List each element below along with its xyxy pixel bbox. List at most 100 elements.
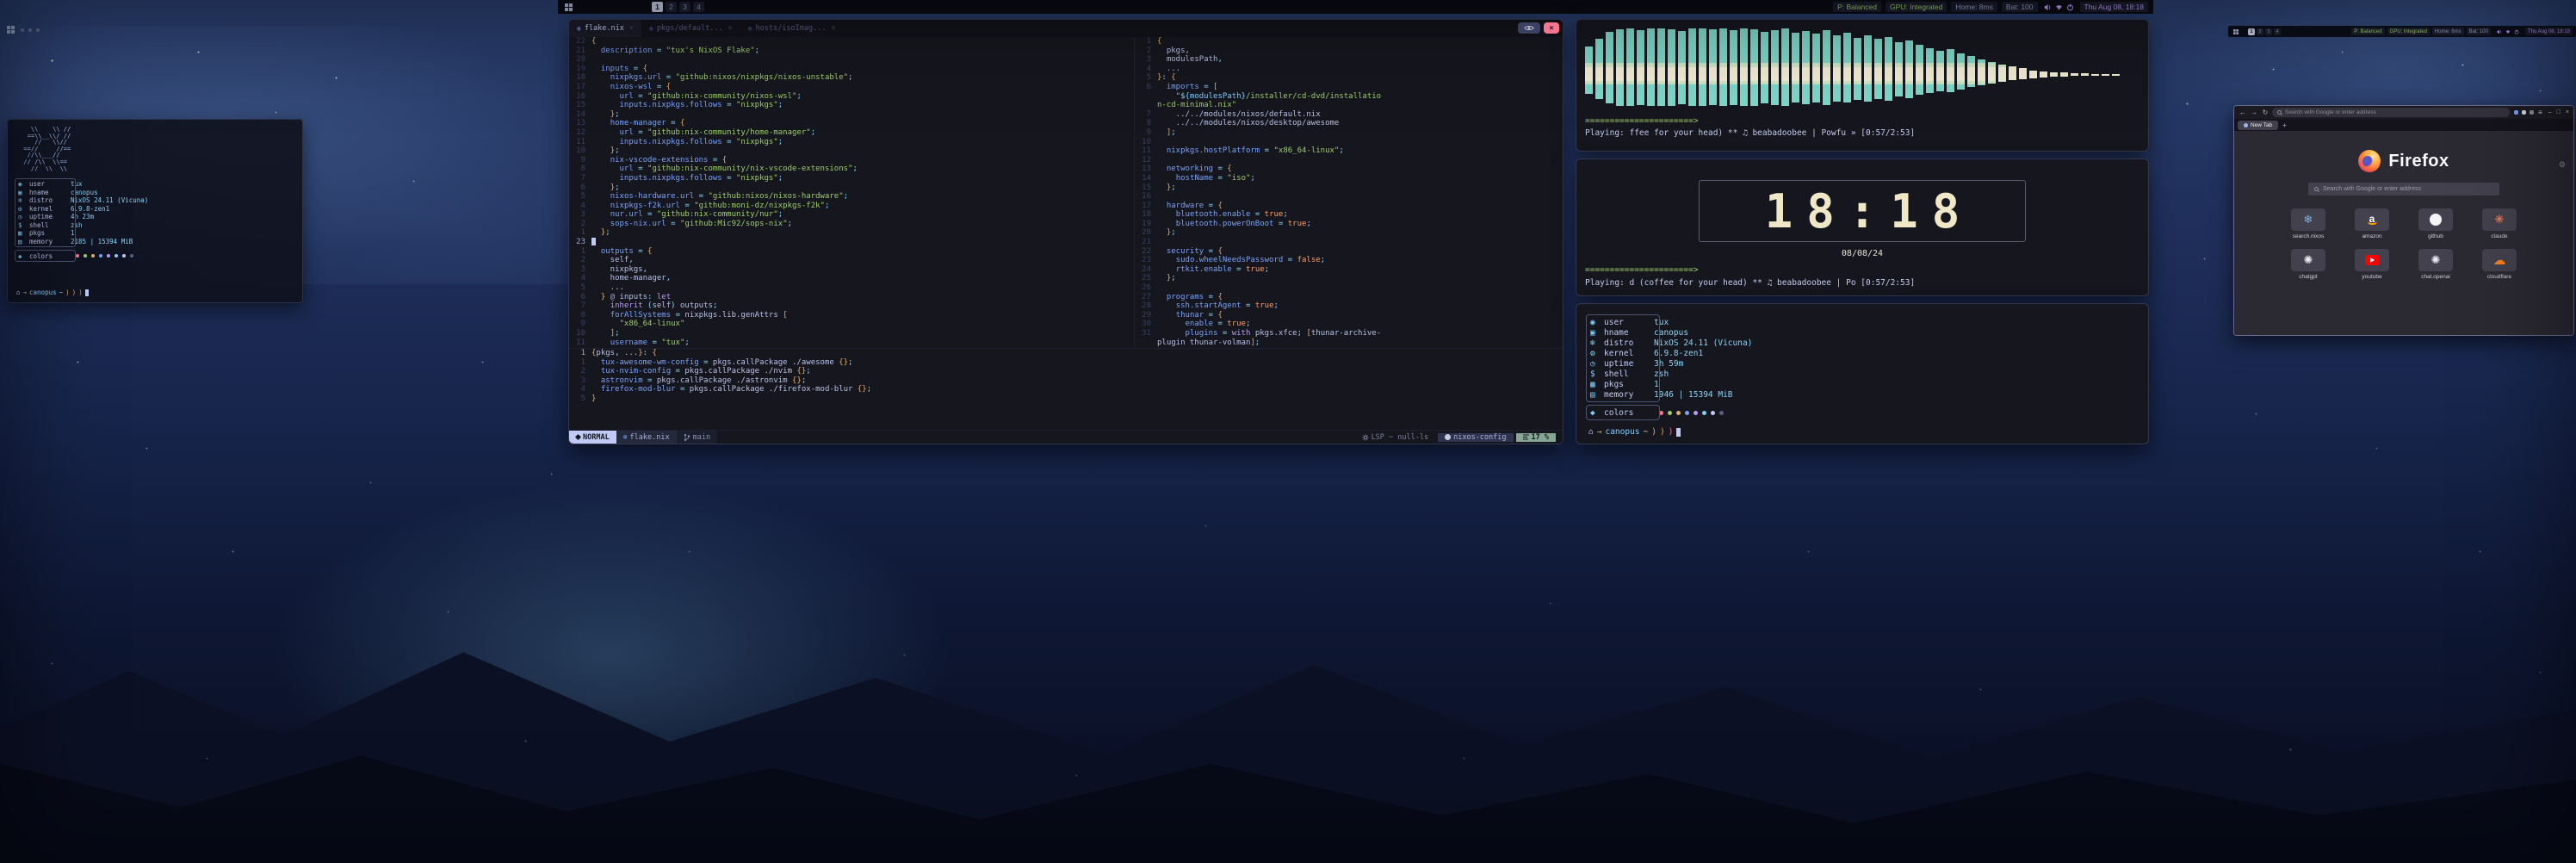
code-text: { (1157, 37, 1161, 47)
terminal-cursor[interactable] (1676, 428, 1681, 437)
mode-indicator: NORMAL (569, 431, 616, 444)
power-icon[interactable] (2066, 3, 2074, 11)
extension-icon[interactable] (2522, 110, 2526, 115)
shortcut-tile[interactable]: ☁cloudflare (2475, 249, 2523, 280)
fetch-colors-row: ◆colors (18, 251, 297, 260)
shortcut-tile[interactable]: ✳claude (2475, 208, 2523, 239)
fetch-value: tux (71, 180, 83, 188)
code-text: url = "github:nix-community/nixos-wsl"; (591, 92, 802, 102)
code-line: 28 ssh.startAgent = true; (1135, 301, 1563, 311)
cava-bar (1843, 25, 1851, 111)
newtab-search-input[interactable]: Search with Google or enter address (2308, 183, 2499, 196)
shortcut-tile[interactable]: ✺chat.openai (2412, 249, 2460, 280)
firefox-newtab-page: ⚙ Firefox Search with Google or enter ad… (2234, 131, 2573, 335)
workspace-button[interactable]: 2 (2257, 28, 2263, 35)
shell-prompt[interactable]: ⌂→canopus~))) (1588, 427, 1681, 437)
system-info-left: ◉usertux▣hnamecanopus❄distroNixOS 24.11 … (18, 180, 297, 260)
window-close-button[interactable]: × (1544, 22, 1559, 34)
tab-close-icon[interactable]: × (728, 24, 733, 33)
cava-bar (2019, 25, 2027, 111)
extension-icon[interactable] (2514, 110, 2518, 115)
close-button[interactable]: × (2566, 109, 2569, 115)
code-text: username = "tux"; (591, 338, 690, 348)
shortcut-tile[interactable]: youtube (2348, 249, 2396, 280)
line-number: 7 (1135, 110, 1157, 120)
shortcut-tile-box: ✺ (2291, 249, 2325, 271)
volume-icon[interactable] (2497, 29, 2502, 34)
code-text: home-manager, (591, 274, 671, 283)
code-line: 12 (1135, 156, 1563, 165)
shortcut-tile[interactable]: github (2412, 208, 2460, 239)
hamburger-menu-icon[interactable]: ≡ (2538, 109, 2542, 116)
pane-iso[interactable]: 1{2 pkgs,3 modulesPath,4 ...5}: {6 impor… (1135, 37, 1563, 349)
fetch-value: zsh (71, 221, 83, 229)
code-line: 19 inputs = { (569, 65, 1134, 74)
shortcut-tile-box: a (2355, 208, 2389, 231)
new-tab-button[interactable]: + (2282, 121, 2287, 129)
code-text: ../../modules/nixos/default.nix (1157, 110, 1321, 120)
cava-bar (2071, 25, 2078, 111)
cava-bar (1823, 25, 1830, 111)
fetch-row: ⚙kernel6.9.8-zen1 (18, 205, 297, 214)
editor-tab[interactable]: ❄hosts/isoImag...× (740, 20, 844, 37)
tab-close-icon[interactable]: × (629, 24, 634, 33)
menu-icon[interactable] (2232, 29, 2240, 34)
terminal-cursor[interactable] (85, 289, 89, 296)
volume-icon[interactable] (2044, 3, 2052, 11)
shortcut-tile[interactable]: ✺chatgpt (2284, 249, 2332, 280)
user-icon: ◉ (1590, 318, 1604, 327)
forward-button[interactable]: → (2250, 109, 2258, 116)
fetch-terminal-window[interactable]: ◉usertux▣hnamecanopus❄distroNixOS 24.11 … (1576, 303, 2149, 444)
editor-tab[interactable]: ❄flake.nix× (569, 20, 641, 37)
workspace-button[interactable]: 4 (2274, 28, 2281, 35)
workspace-button[interactable]: 1 (2248, 28, 2255, 35)
status-badge: GPU: Integrated (1886, 2, 1947, 12)
code-line: 17 nixos-wsl = { (569, 83, 1134, 92)
workspace-button[interactable]: 1 (652, 2, 663, 12)
workspace-button[interactable]: 2 (666, 2, 677, 12)
prompt-chevron: ) (1651, 427, 1656, 437)
shortcut-tile[interactable]: aamazon (2348, 208, 2396, 239)
editor-tab[interactable]: ❄pkgs/default...× (641, 20, 740, 37)
line-number: 10 (1135, 138, 1157, 147)
workspace-button[interactable]: 4 (693, 2, 704, 12)
line-number: 3 (569, 376, 591, 386)
line-number: 19 (1135, 220, 1157, 229)
clock-badge[interactable]: Thu Aug 08, 18:18 (2525, 28, 2573, 35)
workspace-button[interactable]: 3 (2265, 28, 2272, 35)
personalize-gear-icon[interactable]: ⚙ (2559, 160, 2566, 170)
pane-pkgs[interactable]: 1{pkgs, ...}: {1 tux-awesome-wm-config =… (569, 349, 1563, 407)
menu-icon[interactable] (563, 3, 574, 11)
left-terminal-window[interactable]: \\ \\ // ==\\__\\/ // // \\// ==// //== … (7, 119, 303, 303)
menu-icon[interactable] (5, 26, 16, 34)
code-line: 10 ]; (569, 329, 1134, 338)
minimize-button[interactable]: – (2548, 109, 2552, 115)
browser-tab[interactable]: New Tab (2238, 121, 2278, 130)
maximize-button[interactable]: □ (2557, 109, 2561, 115)
tab-close-icon[interactable]: × (831, 24, 835, 33)
eye-button[interactable] (1518, 22, 1540, 34)
code-text: nixos-wsl = { (591, 83, 671, 92)
code-text: programs = { (1157, 293, 1223, 302)
fetch-label: hname (1604, 328, 1654, 338)
code-text: imports = [ (1157, 83, 1217, 92)
back-button[interactable]: ← (2239, 109, 2247, 116)
power-icon[interactable] (2514, 29, 2519, 34)
cava-bar (2060, 25, 2068, 111)
shell-prompt-left[interactable]: ⌂→canopus~))) (16, 289, 89, 296)
workspace-button[interactable]: 3 (679, 2, 690, 12)
pane-flake[interactable]: 22{21 description = "tux's NixOS Flake";… (569, 37, 1134, 349)
shortcut-label: cloudflare (2487, 274, 2511, 280)
shortcut-tile[interactable]: ❄search.nixos (2284, 208, 2332, 239)
fetch-label: pkgs (29, 229, 71, 237)
reload-button[interactable]: ↻ (2261, 109, 2269, 116)
line-number: 17 (1135, 202, 1157, 211)
network-icon[interactable] (2505, 29, 2511, 34)
network-icon[interactable] (2055, 3, 2063, 11)
address-bar[interactable]: Search with Google or enter address (2272, 108, 2510, 117)
account-icon[interactable] (2530, 110, 2534, 115)
clock-badge[interactable]: Thu Aug 08, 18:18 (2080, 2, 2148, 12)
line-number: 7 (569, 301, 591, 311)
cava-bar (1740, 25, 1748, 111)
line-number: 18 (569, 73, 591, 83)
